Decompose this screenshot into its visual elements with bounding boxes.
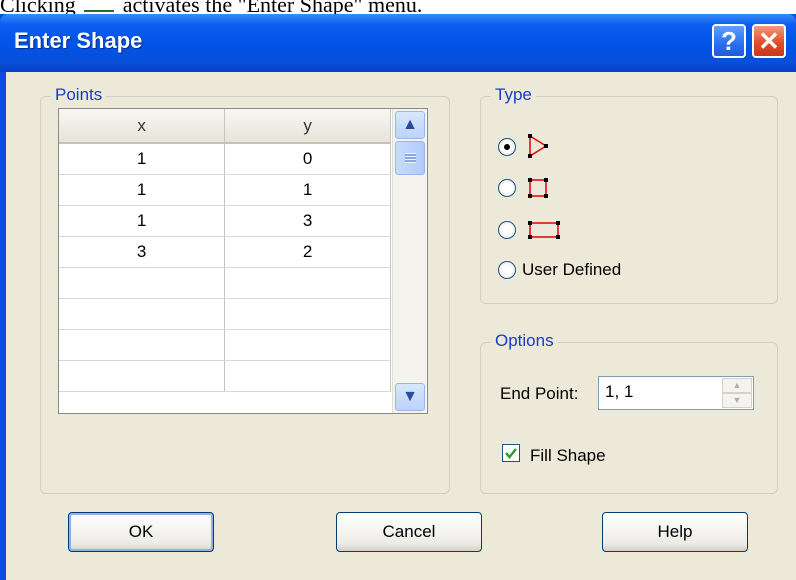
chevron-up-icon: ▲ bbox=[402, 116, 418, 133]
points-table: x y 1 0 1 1 1 3 3 2 bbox=[59, 109, 391, 392]
points-header-row: x y bbox=[59, 109, 391, 144]
cell-y[interactable]: 2 bbox=[224, 236, 391, 268]
fill-shape-label: Fill Shape bbox=[530, 446, 606, 465]
cell-x[interactable]: 1 bbox=[59, 205, 226, 237]
document-caption: Clicking activates the "Enter Shape" men… bbox=[0, 0, 796, 14]
title-help-button[interactable]: ? bbox=[712, 24, 746, 58]
ok-button[interactable]: OK bbox=[68, 512, 214, 552]
title-bar[interactable]: Enter Shape ? ✕ bbox=[0, 14, 796, 72]
table-row: 1 1 bbox=[59, 174, 391, 206]
cell-x[interactable]: 1 bbox=[59, 143, 226, 175]
square-shape-icon bbox=[528, 178, 548, 198]
table-row: 1 0 bbox=[59, 143, 391, 175]
spin-down-icon[interactable]: ▼ bbox=[722, 393, 752, 408]
cell-x[interactable]: 3 bbox=[59, 236, 226, 268]
options-group: Options bbox=[480, 331, 778, 494]
cell-y[interactable] bbox=[224, 329, 391, 361]
radio-rectangle[interactable] bbox=[498, 221, 516, 239]
cell-x[interactable] bbox=[59, 329, 226, 361]
table-row: 3 2 bbox=[59, 236, 391, 268]
table-row bbox=[59, 298, 391, 330]
checkmark-icon bbox=[505, 448, 517, 459]
radio-triangle[interactable] bbox=[498, 138, 516, 156]
type-group-label: Type bbox=[491, 85, 536, 105]
spin-up-icon[interactable]: ▲ bbox=[722, 378, 752, 393]
table-row: 1 3 bbox=[59, 205, 391, 237]
table-row bbox=[59, 329, 391, 361]
scroll-thumb[interactable] bbox=[395, 141, 425, 175]
scroll-down-button[interactable]: ▼ bbox=[395, 383, 425, 411]
title-close-button[interactable]: ✕ bbox=[752, 24, 786, 58]
type-option-square[interactable] bbox=[498, 176, 550, 200]
cell-y[interactable]: 0 bbox=[224, 143, 391, 175]
caption-text-before: Clicking bbox=[0, 0, 76, 14]
points-group-label: Points bbox=[51, 85, 107, 105]
enter-shape-tool-icon bbox=[84, 0, 115, 12]
type-option-user-defined[interactable]: User Defined bbox=[498, 260, 621, 280]
column-header-y[interactable]: y bbox=[224, 109, 391, 144]
points-scrollbar[interactable]: ▲ ▼ bbox=[392, 109, 427, 413]
chevron-down-icon: ▼ bbox=[402, 388, 418, 405]
radio-user-defined[interactable] bbox=[498, 261, 516, 279]
cell-y[interactable] bbox=[224, 267, 391, 299]
table-row bbox=[59, 267, 391, 299]
cell-y[interactable] bbox=[224, 298, 391, 330]
cell-y[interactable]: 1 bbox=[224, 174, 391, 206]
points-grid[interactable]: x y 1 0 1 1 1 3 3 2 ▲ ▼ bbox=[58, 108, 428, 414]
grip-icon bbox=[405, 153, 416, 163]
cell-x[interactable] bbox=[59, 360, 226, 392]
type-option-rectangle[interactable] bbox=[498, 218, 562, 242]
cell-y[interactable]: 3 bbox=[224, 205, 391, 237]
type-option-triangle[interactable] bbox=[498, 134, 550, 160]
rectangle-shape-icon bbox=[528, 221, 560, 239]
help-button[interactable]: Help bbox=[602, 512, 748, 552]
cell-y[interactable] bbox=[224, 360, 391, 392]
cell-x[interactable] bbox=[59, 298, 226, 330]
user-defined-label: User Defined bbox=[522, 260, 622, 279]
column-header-x[interactable]: x bbox=[59, 109, 226, 144]
scroll-up-button[interactable]: ▲ bbox=[395, 111, 425, 139]
cancel-button[interactable]: Cancel bbox=[336, 512, 482, 552]
fill-shape-checkbox[interactable] bbox=[502, 444, 520, 462]
end-point-spinner[interactable]: ▲ ▼ bbox=[722, 378, 752, 408]
cell-x[interactable]: 1 bbox=[59, 174, 226, 206]
end-point-field[interactable]: 1, 1 ▲ ▼ bbox=[598, 376, 754, 410]
options-group-label: Options bbox=[491, 331, 558, 351]
cell-x[interactable] bbox=[59, 267, 226, 299]
radio-square[interactable] bbox=[498, 179, 516, 197]
dialog-title: Enter Shape bbox=[14, 28, 143, 53]
end-point-value: 1, 1 bbox=[605, 382, 634, 401]
end-point-label: End Point: bbox=[500, 384, 579, 403]
table-row bbox=[59, 360, 391, 392]
caption-text-after: activates the "Enter Shape" menu. bbox=[122, 0, 423, 14]
triangle-shape-icon bbox=[528, 134, 548, 158]
